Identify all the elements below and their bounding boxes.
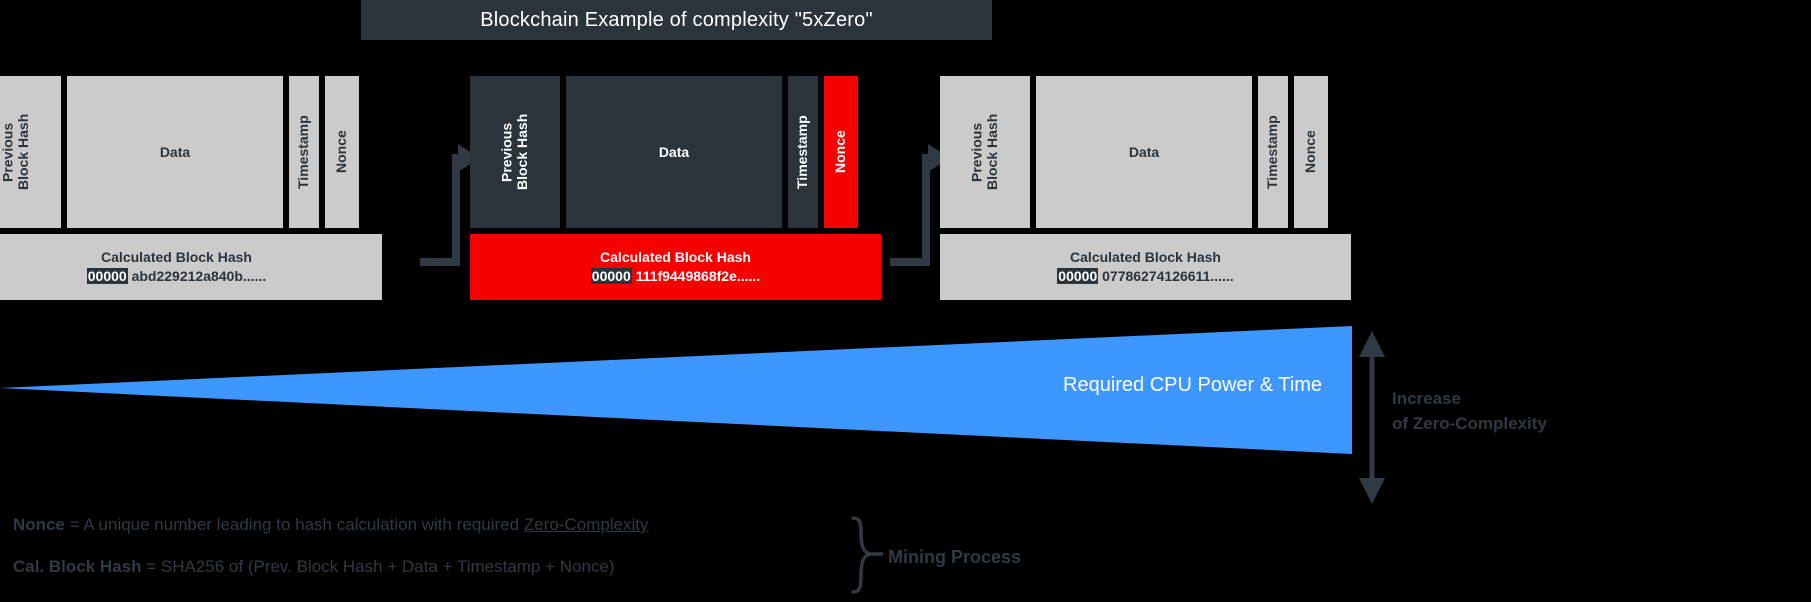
legend-zero-complexity-link[interactable]: Zero-Complexity [524,515,649,534]
legend-nonce-definition: Nonce = A unique number leading to hash … [13,516,649,533]
block-3-data-label: Data [1128,144,1160,160]
block-2-nonce-label: Nonce [832,130,849,174]
block-2-hash-zeros: 00000 [590,268,632,284]
block-1-fields: Previous Block Hash Data Timestamp Nonce [0,76,359,228]
block-1-calculated-hash: Calculated Block Hash 00000 abd229212a84… [0,234,382,300]
block-3-nonce-label: Nonce [1302,130,1319,174]
block-1-hash-caption: Calculated Block Hash [101,249,252,266]
block-2-hash-caption: Calculated Block Hash [600,249,751,266]
block-2-hash-value: 00000 111f9449868f2e...... [590,267,761,286]
block-2-fields: Previous Block Hash Data Timestamp Nonce [470,76,858,228]
mining-process-brace [851,516,883,594]
legend-hash-definition: Cal. Block Hash = SHA256 of (Prev. Block… [13,558,649,575]
block-1-nonce-cell: Nonce [325,76,359,228]
block-1-data-label: Data [159,144,191,160]
legend-hash-text: = SHA256 of (Prev. Block Hash + Data + T… [141,557,615,576]
block-3-data-cell: Data [1036,76,1252,228]
block-3-hash-caption: Calculated Block Hash [1070,249,1221,266]
block-1-previous-block-hash-cell: Previous Block Hash [0,76,61,228]
block-3-previous-block-hash-cell: Previous Block Hash [940,76,1030,228]
block-2[interactable]: Previous Block Hash Data Timestamp Nonce… [470,76,881,300]
block-3-timestamp-label: Timestamp [1264,115,1281,189]
block-1-timestamp-cell: Timestamp [289,76,319,228]
legend-nonce-term: Nonce [13,515,65,534]
block-2-timestamp-label: Timestamp [794,115,811,189]
block-1[interactable]: Previous Block Hash Data Timestamp Nonce… [0,76,382,300]
zero-complexity-axis-label: Increase of Zero-Complexity [1392,389,1547,433]
block-3-hash-rest: 07786274126611...... [1098,268,1234,284]
block-2-previous-block-hash-label: Previous Block Hash [498,113,530,191]
diagram-canvas: Blockchain Example of complexity "5xZero… [0,0,1811,602]
block-2-hash-rest: 111f9449868f2e...... [631,268,761,284]
block-1-hash-value: 00000 abd229212a840b...... [86,267,267,286]
block-2-nonce-cell: Nonce [824,76,858,228]
zero-complexity-axis-arrow [1359,331,1385,504]
block-1-data-cell: Data [67,76,283,228]
legend: Nonce = A unique number leading to hash … [13,516,649,575]
block-1-previous-block-hash-label: Previous Block Hash [0,113,31,191]
diagram-title: Blockchain Example of complexity "5xZero… [361,0,992,40]
block-1-timestamp-label: Timestamp [295,115,312,189]
block-3-previous-block-hash-label: Previous Block Hash [968,113,1000,191]
block-2-calculated-hash: Calculated Block Hash 00000 111f9449868f… [470,234,881,300]
block-2-data-cell: Data [566,76,782,228]
block-3[interactable]: Previous Block Hash Data Timestamp Nonce… [940,76,1351,300]
legend-hash-term: Cal. Block Hash [13,557,142,576]
diagram-title-text: Blockchain Example of complexity "5xZero… [480,8,873,31]
cpu-power-label: Required CPU Power & Time [1063,374,1322,396]
block-2-timestamp-cell: Timestamp [788,76,818,228]
block-3-hash-value: 00000 07786274126611...... [1057,267,1234,286]
block-3-fields: Previous Block Hash Data Timestamp Nonce [940,76,1328,228]
mining-process-label: Mining Process [888,547,1022,567]
legend-nonce-text: = A unique number leading to hash calcul… [64,515,524,534]
block-1-nonce-label: Nonce [333,130,350,174]
block-3-timestamp-cell: Timestamp [1258,76,1288,228]
block-2-previous-block-hash-cell: Previous Block Hash [470,76,560,228]
block-1-hash-rest: abd229212a840b...... [127,268,267,284]
block-1-hash-zeros: 00000 [86,268,128,284]
block-3-calculated-hash: Calculated Block Hash 00000 077862741266… [940,234,1351,300]
block-3-nonce-cell: Nonce [1294,76,1328,228]
block-3-hash-zeros: 00000 [1057,268,1099,284]
block-2-data-label: Data [658,144,690,160]
